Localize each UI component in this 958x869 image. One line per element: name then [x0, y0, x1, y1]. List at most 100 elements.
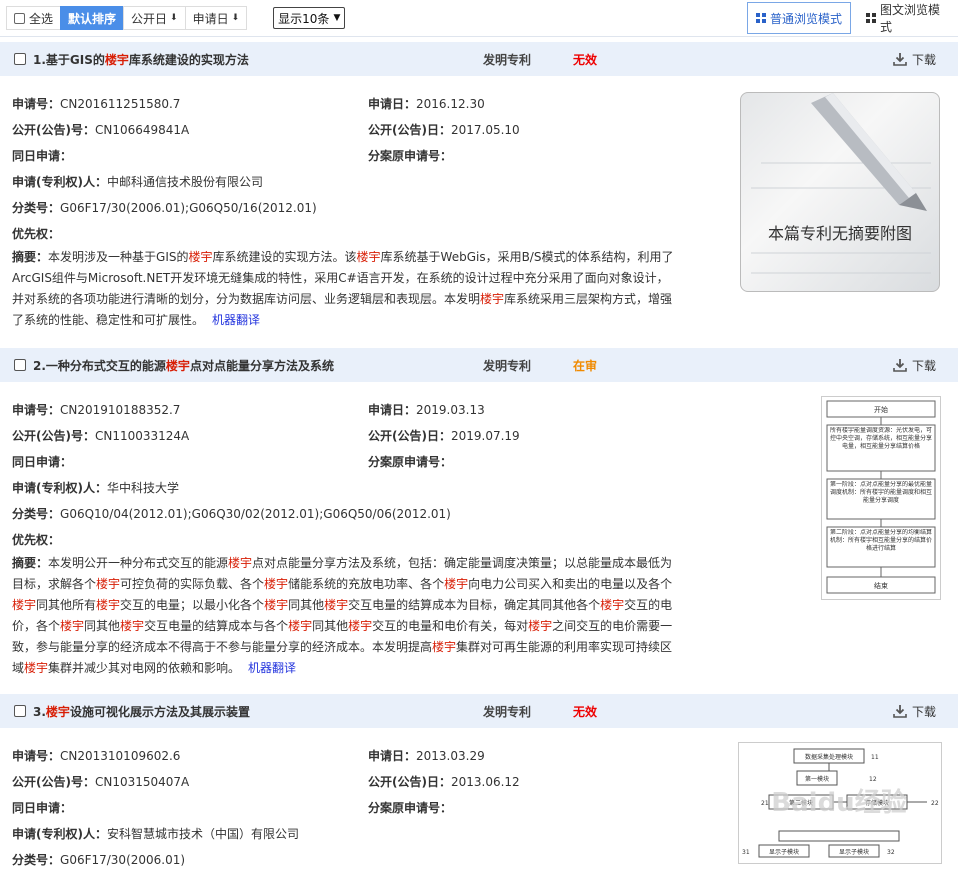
- abstract: 摘要：本发明公开一种分布式交互的能源楼宇点对点能量分享方法及系统，包括：确定能量…: [12, 556, 673, 675]
- download-label: 下载: [912, 704, 937, 719]
- sort-app-date-button[interactable]: 申请日 ⬇: [184, 6, 248, 30]
- application-date: 申请日：2016.12.30: [368, 97, 485, 111]
- legal-status-badge: 无效: [573, 52, 598, 67]
- applicant: 申请(专利权)人：安科智慧城市技术（中国）有限公司: [12, 827, 299, 841]
- patent-record: 2.一种分布式交互的能源楼宇点对点能量分享方法及系统 发明专利 在审 下载 申请…: [0, 348, 958, 688]
- download-icon: [893, 705, 907, 718]
- download-icon: [893, 53, 907, 66]
- application-date: 申请日：2013.03.29: [368, 749, 485, 763]
- normal-view-mode-label: 普通浏览模式: [770, 11, 843, 26]
- record-title-link[interactable]: 1.基于GIS的楼宇库系统建设的实现方法: [33, 51, 249, 68]
- flow-step: 第一阶段：点对点能量分享的最优能量调度机制：所有楼宇的能量调度和相互能量分享调度: [829, 481, 932, 504]
- patent-type: 发明专利: [483, 52, 532, 67]
- grid-icon: [866, 13, 876, 23]
- arrow-down-icon: ⬇: [170, 13, 178, 23]
- block-diagram-thumbnail[interactable]: 数据采集处理模块 11 第一模块 12 第二模块 存储模块 21 22 显示子模…: [738, 742, 942, 864]
- record-title-link[interactable]: 3.楼宇设施可视化展示方法及其展示装置: [33, 703, 250, 720]
- page-size-select[interactable]: 显示10条 ▼: [273, 7, 346, 29]
- download-button[interactable]: 下载: [893, 357, 936, 374]
- applicant: 申请(专利权)人：中邮科通信技术股份有限公司: [12, 175, 263, 189]
- same-day-application: 同日申请：: [12, 149, 73, 163]
- flow-step: 开始: [874, 405, 888, 414]
- download-icon: [893, 359, 907, 372]
- svg-text:数据采集处理模块: 数据采集处理模块: [805, 753, 853, 761]
- publication-date: 公开(公告)日：2017.05.10: [368, 123, 520, 137]
- normal-view-mode-button[interactable]: 普通浏览模式: [747, 2, 852, 34]
- classification: 分类号：G06F17/30(2006.01): [12, 853, 186, 867]
- flow-step: 第二阶段：点对点能量分享的均衡结算机制：所有楼宇相互能量分享的结算价格进行结算: [829, 529, 932, 552]
- image-view-mode-label: 图文浏览模式: [880, 3, 941, 34]
- svg-text:显示子模块: 显示子模块: [769, 848, 799, 856]
- flowchart-thumbnail[interactable]: 开始 所有楼宇能量调度资源：光伏发电，可控中央空调，存储系统，相互能量分享电量，…: [821, 396, 941, 600]
- svg-text:第一模块: 第一模块: [805, 775, 829, 783]
- page-size-value: 显示10条: [278, 11, 330, 26]
- application-number: 申请号：CN201910188352.7: [12, 403, 181, 417]
- svg-text:12: 12: [869, 776, 877, 783]
- default-sort-button[interactable]: 默认排序: [60, 6, 125, 30]
- grid-icon: [756, 13, 766, 23]
- abstract: 摘要：本发明涉及一种基于GIS的楼宇库系统建设的实现方法。该楼宇库系统基于Web…: [12, 250, 674, 327]
- machine-translate-link[interactable]: 机器翻译: [212, 313, 260, 327]
- arrow-down-icon: ⬇: [231, 13, 240, 23]
- classification: 分类号：G06Q10/04(2012.01);G06Q30/02(2012.01…: [12, 507, 451, 521]
- record-checkbox[interactable]: [14, 705, 26, 717]
- same-day-application: 同日申请：: [12, 801, 73, 815]
- divisional-application: 分案原申请号：: [368, 149, 453, 163]
- block-diagram: 数据采集处理模块 11 第一模块 12 第二模块 存储模块 21 22 显示子模…: [742, 748, 939, 858]
- svg-text:11: 11: [871, 754, 879, 761]
- sort-app-date-label: 申请日: [192, 11, 229, 26]
- sort-pub-date-button[interactable]: 公开日 ⬇: [123, 6, 186, 30]
- download-button[interactable]: 下载: [893, 703, 936, 720]
- select-all-checkbox[interactable]: 全选: [6, 6, 62, 30]
- application-number: 申请号：CN201611251580.7: [12, 97, 181, 111]
- application-date: 申请日：2019.03.13: [368, 403, 485, 417]
- watermark: Baidu经验: [771, 787, 906, 818]
- record-header: 3.楼宇设施可视化展示方法及其展示装置 发明专利 无效 下载: [0, 694, 958, 728]
- pen-icon: [751, 93, 931, 274]
- sort-pub-date-label: 公开日: [131, 11, 168, 26]
- patent-record: 1.基于GIS的楼宇库系统建设的实现方法 发明专利 无效 下载 申请号：CN20…: [0, 42, 958, 342]
- no-image-text: 本篇专利无摘要附图: [767, 224, 912, 243]
- no-image-thumbnail[interactable]: 本篇专利无摘要附图: [740, 92, 940, 292]
- record-checkbox[interactable]: [14, 359, 26, 371]
- flow-step: 结束: [874, 581, 888, 590]
- svg-text:31: 31: [742, 849, 750, 856]
- record-checkbox[interactable]: [14, 53, 26, 65]
- svg-text:显示子模块: 显示子模块: [839, 848, 869, 856]
- flowchart-diagram: 开始 所有楼宇能量调度资源：光伏发电，可控中央空调，存储系统，相互能量分享电量，…: [826, 400, 936, 594]
- legal-status-badge: 无效: [573, 704, 598, 719]
- legal-status-badge: 在审: [573, 358, 598, 373]
- flow-step: 所有楼宇能量调度资源：光伏发电，可控中央空调，存储系统，相互能量分享电量，相互能…: [829, 427, 932, 450]
- publication-date: 公开(公告)日：2019.07.19: [368, 429, 520, 443]
- applicant: 申请(专利权)人：华中科技大学: [12, 481, 179, 495]
- download-label: 下载: [912, 358, 937, 373]
- patent-record: 3.楼宇设施可视化展示方法及其展示装置 发明专利 无效 下载 申请号：CN201…: [0, 694, 958, 869]
- publication-date: 公开(公告)日：2013.06.12: [368, 775, 520, 789]
- chevron-down-icon: ▼: [333, 13, 341, 23]
- record-header: 1.基于GIS的楼宇库系统建设的实现方法 发明专利 无效 下载: [0, 42, 958, 76]
- machine-translate-link[interactable]: 机器翻译: [248, 661, 296, 675]
- application-number: 申请号：CN201310109602.6: [12, 749, 181, 763]
- checkbox-box[interactable]: [14, 12, 25, 24]
- priority: 优先权：: [12, 533, 61, 547]
- divisional-application: 分案原申请号：: [368, 801, 453, 815]
- select-all-label: 全选: [29, 11, 54, 26]
- publication-number: 公开(公告)号：CN110033124A: [12, 429, 190, 443]
- image-view-mode-button[interactable]: 图文浏览模式: [858, 2, 958, 34]
- download-label: 下载: [912, 52, 937, 67]
- svg-text:21: 21: [761, 800, 769, 807]
- same-day-application: 同日申请：: [12, 455, 73, 469]
- download-button[interactable]: 下载: [893, 51, 936, 68]
- record-header: 2.一种分布式交互的能源楼宇点对点能量分享方法及系统 发明专利 在审 下载: [0, 348, 958, 382]
- publication-number: 公开(公告)号：CN106649841A: [12, 123, 190, 137]
- svg-text:22: 22: [931, 800, 939, 807]
- priority: 优先权：: [12, 227, 61, 241]
- patent-type: 发明专利: [483, 358, 532, 373]
- result-toolbar: 全选 默认排序 公开日 ⬇ 申请日 ⬇ 显示10条 ▼ 普通浏览模式 图文浏览模式: [0, 0, 958, 37]
- record-title-link[interactable]: 2.一种分布式交互的能源楼宇点对点能量分享方法及系统: [33, 357, 334, 374]
- svg-text:32: 32: [887, 849, 895, 856]
- classification: 分类号：G06F17/30(2006.01);G06Q50/16(2012.01…: [12, 201, 317, 215]
- publication-number: 公开(公告)号：CN103150407A: [12, 775, 190, 789]
- patent-type: 发明专利: [483, 704, 532, 719]
- divisional-application: 分案原申请号：: [368, 455, 453, 469]
